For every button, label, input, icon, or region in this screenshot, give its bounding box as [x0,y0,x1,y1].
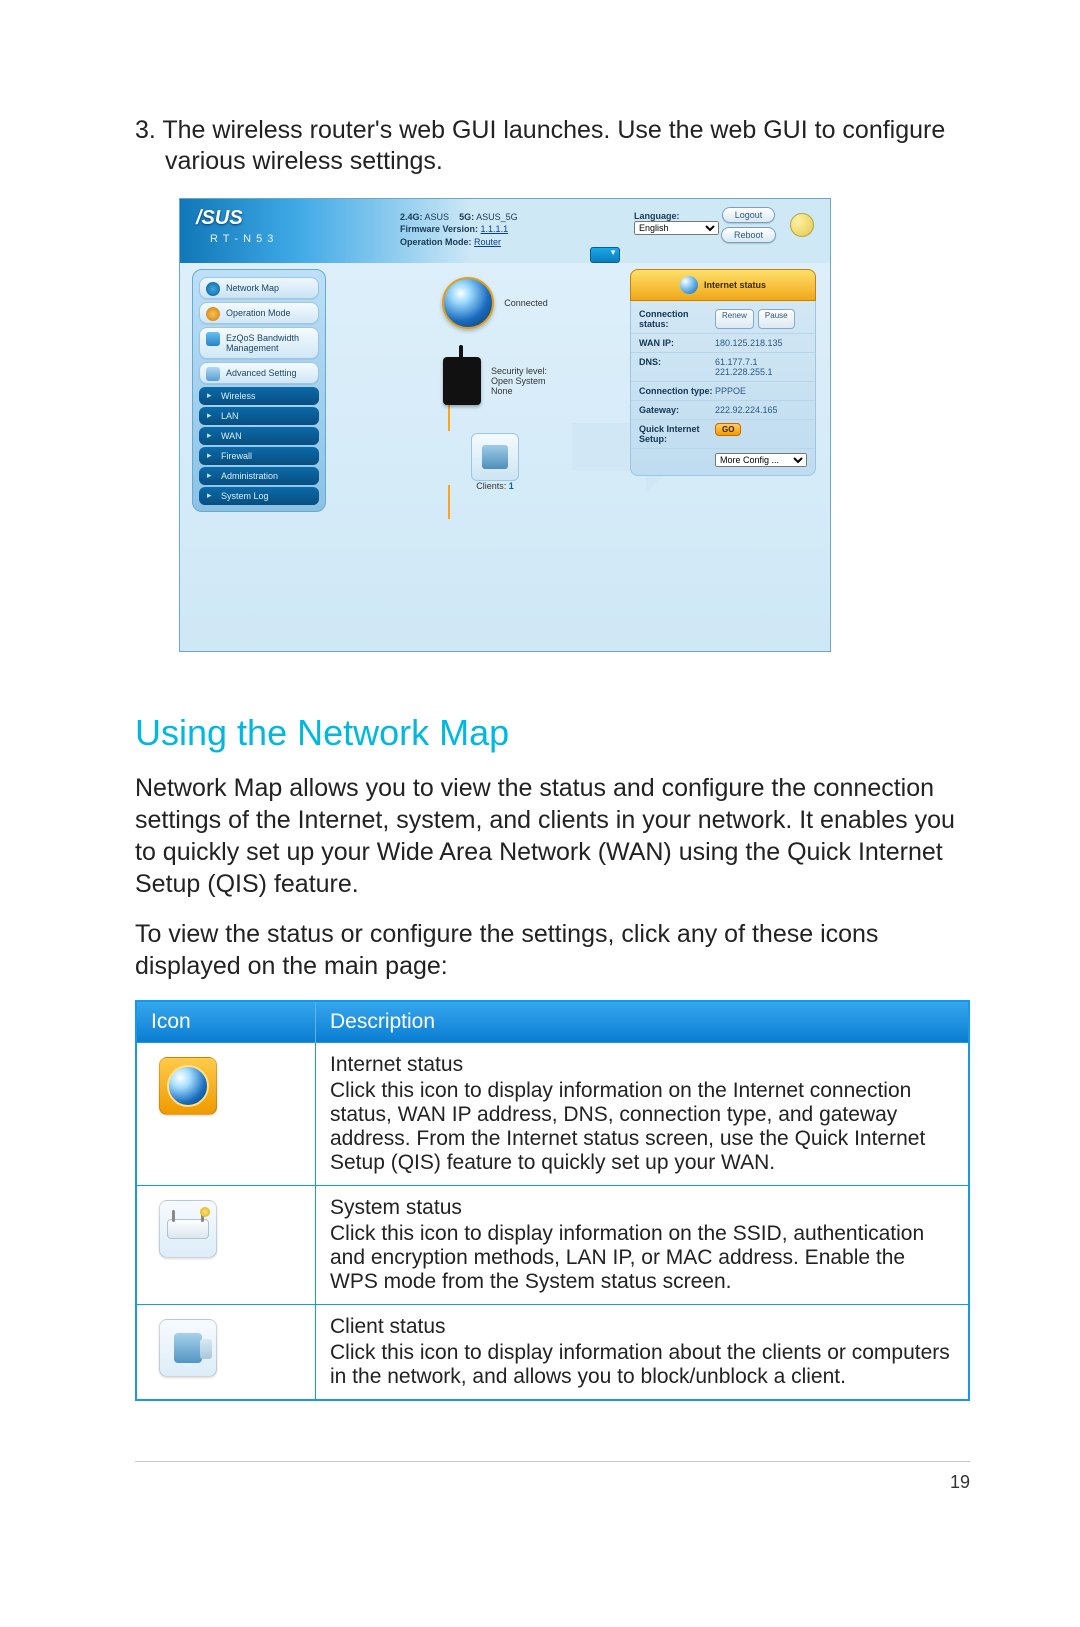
sidebar-sub-lan[interactable]: LAN [199,407,319,425]
gui-topbar: /SUS R T - N 5 3 2.4G: ASUS 5G: ASUS_5G … [180,199,830,263]
go-button[interactable]: GO [715,423,741,436]
router-gui-screenshot: /SUS R T - N 5 3 2.4G: ASUS 5G: ASUS_5G … [179,198,831,652]
internet-icon[interactable] [442,277,494,329]
network-map-area: Connected Security level: Open System No… [340,277,650,519]
col-icon: Icon [136,1001,316,1043]
sidebar-sub-wireless[interactable]: Wireless [199,387,319,405]
sidebar-sub-wan[interactable]: WAN [199,427,319,445]
model-label: R T - N 5 3 [210,233,274,245]
client-status-icon [159,1319,217,1377]
logout-button[interactable]: Logout [722,207,776,223]
more-config-select[interactable]: More Config ... [715,453,807,467]
table-row: Client status Click this icon to display… [136,1304,969,1400]
router-icon[interactable] [443,357,481,405]
sidebar-item-network-map[interactable]: Network Map [199,277,319,299]
language-select[interactable]: English [634,221,719,235]
status-header: Internet status [630,269,816,301]
system-status-icon [159,1200,217,1258]
clients-icon[interactable] [471,433,519,481]
col-description: Description [316,1001,970,1043]
step-number: 3. [135,116,156,144]
step-3-text: 3. The wireless router's web GUI launche… [135,115,970,178]
opmode-link[interactable]: Router [474,237,501,247]
paragraph-2: To view the status or configure the sett… [135,918,970,982]
gui-meta: 2.4G: ASUS 5G: ASUS_5G Firmware Version:… [400,211,518,249]
sidebar-sub-firewall[interactable]: Firewall [199,447,319,465]
page-number: 19 [135,1472,970,1493]
manual-page: 3. The wireless router's web GUI launche… [0,0,1080,1553]
sidebar-sub-admin[interactable]: Administration [199,467,319,485]
paragraph-1: Network Map allows you to view the statu… [135,772,970,900]
dropdown-badge[interactable] [590,247,620,263]
table-row: Internet status Click this icon to displ… [136,1042,969,1185]
brand-logo: /SUS [196,207,243,230]
sidebar: Network Map Operation Mode EzQoS Bandwid… [192,269,326,512]
step-body: The wireless router's web GUI launches. … [162,116,945,175]
help-icon[interactable] [790,213,814,237]
internet-status-panel: Internet status Connection status: Renew… [630,269,816,476]
table-row: System status Click this icon to display… [136,1185,969,1304]
sidebar-item-ezqos[interactable]: EzQoS Bandwidth Management [199,327,319,359]
firmware-link[interactable]: 1.1.1.1 [481,224,509,234]
reboot-button[interactable]: Reboot [721,227,776,243]
sidebar-item-operation-mode[interactable]: Operation Mode [199,302,319,324]
globe-icon [680,276,698,294]
pause-button[interactable]: Pause [758,309,795,329]
renew-button[interactable]: Renew [715,309,754,329]
section-heading: Using the Network Map [135,712,970,754]
internet-status-icon [159,1057,217,1115]
icon-description-table: Icon Description Internet status Click t… [135,1000,970,1401]
footer-rule [135,1461,970,1462]
sidebar-item-advanced[interactable]: Advanced Setting [199,362,319,384]
connected-label: Connected [504,298,548,308]
language-block: Language: English [634,211,719,235]
sidebar-sub-syslog[interactable]: System Log [199,487,319,505]
